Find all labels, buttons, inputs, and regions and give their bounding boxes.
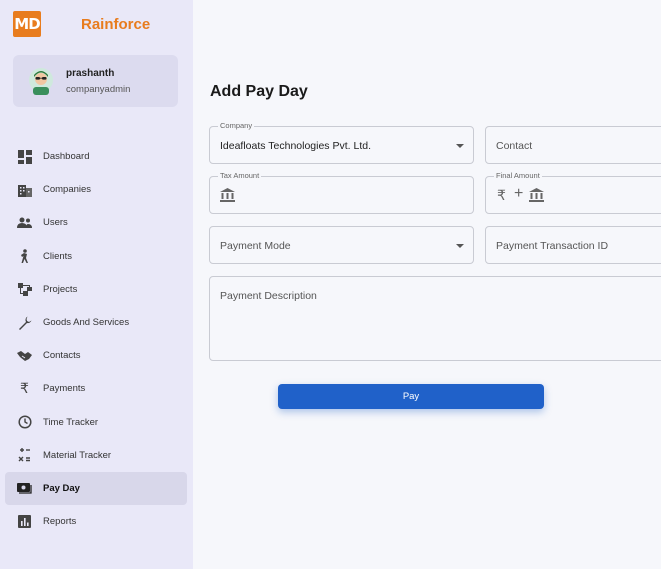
payment-mode-placeholder: Payment Mode [220, 240, 291, 252]
reports-icon [17, 514, 32, 529]
sidebar-item-clients[interactable]: Clients [5, 240, 187, 273]
avatar [29, 68, 53, 95]
sidebar-item-label: Users [43, 217, 68, 229]
payment-transaction-id-placeholder: Payment Transaction ID [496, 240, 609, 252]
brand-name: Rainforce [81, 16, 151, 33]
user-role: companyadmin [66, 84, 131, 95]
logo[interactable]: MD [13, 11, 41, 37]
profile-card[interactable]: prashanth companyadmin [13, 55, 178, 107]
payday-icon [17, 481, 32, 496]
sidebar-item-label: Material Tracker [43, 449, 112, 461]
handshake-icon [17, 348, 32, 363]
sidebar-item-label: Companies [43, 184, 92, 196]
tax-amount-field[interactable]: Tax Amount [209, 171, 474, 214]
users-icon [17, 215, 32, 230]
final-amount-field[interactable]: Final Amount ₹ + [485, 171, 661, 214]
user-name: prashanth [66, 68, 115, 79]
company-value: Ideafloats Technologies Pvt. Ltd. [220, 140, 371, 152]
sidebar-item-time-tracker[interactable]: Time Tracker [5, 406, 187, 439]
sidebar-item-goods-and-services[interactable]: Goods And Services [5, 306, 187, 339]
plus-icon: + [514, 185, 524, 202]
sidebar-item-label: Goods And Services [43, 317, 130, 329]
chevron-down-icon [456, 244, 464, 248]
payment-mode-select[interactable]: Payment Mode [209, 226, 474, 264]
sidebar-item-label: Reports [43, 516, 77, 528]
final-amount-label: Final Amount [494, 171, 542, 180]
hierarchy-icon [17, 282, 32, 297]
sidebar-item-dashboard[interactable]: Dashboard [5, 140, 187, 173]
chevron-down-icon [456, 144, 464, 148]
page-title: Add Pay Day [210, 83, 308, 100]
sidebar-item-pay-day[interactable]: Pay Day [5, 471, 187, 506]
company-label: Company [218, 121, 255, 130]
bank-icon [529, 188, 544, 207]
sidebar-item-label: Pay Day [43, 482, 80, 494]
rupee-icon: ₹ [497, 187, 506, 203]
sidebar-item-label: Time Tracker [43, 416, 99, 428]
pay-button[interactable]: Pay [278, 384, 544, 409]
building-icon [17, 182, 32, 197]
sidebar-item-material-tracker[interactable]: Material Tracker [5, 439, 187, 472]
sidebar-item-label: Clients [43, 250, 73, 262]
sidebar-item-users[interactable]: Users [5, 206, 187, 239]
wrench-icon [17, 315, 32, 330]
rupee-icon: ₹ [20, 380, 29, 397]
sidebar-item-companies[interactable]: Companies [5, 173, 187, 206]
payment-transaction-id-field[interactable]: Payment Transaction ID [485, 226, 661, 264]
sidebar-item-projects[interactable]: Projects [5, 273, 187, 306]
sidebar-item-payments[interactable]: ₹ Payments [5, 372, 187, 405]
sidebar-item-reports[interactable]: Reports [5, 505, 187, 538]
material-icon [17, 448, 32, 463]
sidebar: MD Rainforce prashanth companyadmin Dash… [0, 0, 193, 569]
sidebar-item-label: Contacts [43, 350, 81, 362]
clock-icon [17, 415, 32, 430]
sidebar-item-contacts[interactable]: Contacts [5, 339, 187, 372]
contact-field[interactable]: Contact [485, 126, 661, 164]
sidebar-item-label: Projects [43, 283, 78, 295]
company-select[interactable]: Company Ideafloats Technologies Pvt. Ltd… [209, 121, 474, 164]
payment-description-field[interactable]: Payment Description [209, 276, 661, 361]
person-walking-icon [17, 248, 32, 264]
sidebar-item-label: Dashboard [43, 151, 90, 163]
dashboard-icon [17, 149, 32, 164]
contact-placeholder: Contact [496, 140, 533, 152]
sidebar-item-label: Payments [43, 383, 86, 395]
payment-description-placeholder: Payment Description [220, 290, 317, 302]
sidebar-nav: Dashboard Companies Users Clients Projec… [5, 140, 187, 538]
bank-icon [220, 188, 235, 207]
tax-amount-label: Tax Amount [218, 171, 262, 180]
